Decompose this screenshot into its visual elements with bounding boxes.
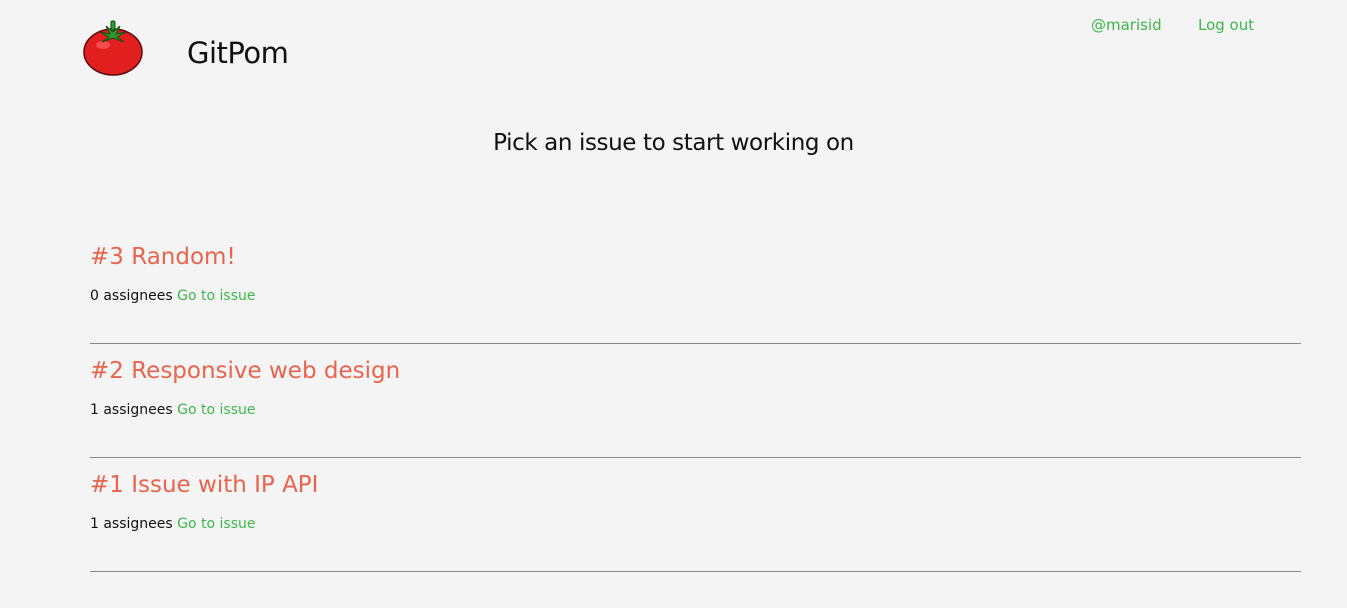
go-to-issue-link[interactable]: Go to issue (177, 288, 255, 304)
issue-meta: 0 assignees Go to issue (90, 288, 256, 304)
brand-name[interactable]: GitPom (187, 36, 289, 70)
issue-meta: 1 assignees Go to issue (90, 516, 256, 532)
logout-link[interactable]: Log out (1198, 16, 1254, 34)
page-title: Pick an issue to start working on (493, 130, 854, 156)
issue-title[interactable]: #3 Random! (90, 244, 236, 270)
issue-list: #3 Random! 0 assignees Go to issue #2 Re… (90, 230, 1301, 572)
issue-meta: 1 assignees Go to issue (90, 402, 256, 418)
go-to-issue-link[interactable]: Go to issue (177, 516, 255, 532)
user-profile-link[interactable]: @marisid (1091, 16, 1162, 34)
go-to-issue-link[interactable]: Go to issue (177, 402, 255, 418)
assignee-count: 0 assignees (90, 288, 173, 304)
issue-title[interactable]: #1 Issue with IP API (90, 472, 318, 498)
issue-item: #3 Random! 0 assignees Go to issue (90, 230, 1301, 344)
assignee-count: 1 assignees (90, 402, 173, 418)
assignee-count: 1 assignees (90, 516, 173, 532)
top-nav: @marisid Log out (0, 16, 1347, 36)
issue-item: #1 Issue with IP API 1 assignees Go to i… (90, 458, 1301, 572)
issue-title[interactable]: #2 Responsive web design (90, 358, 400, 384)
issue-item: #2 Responsive web design 1 assignees Go … (90, 344, 1301, 458)
page: GitPom @marisid Log out Pick an issue to… (0, 0, 1347, 608)
